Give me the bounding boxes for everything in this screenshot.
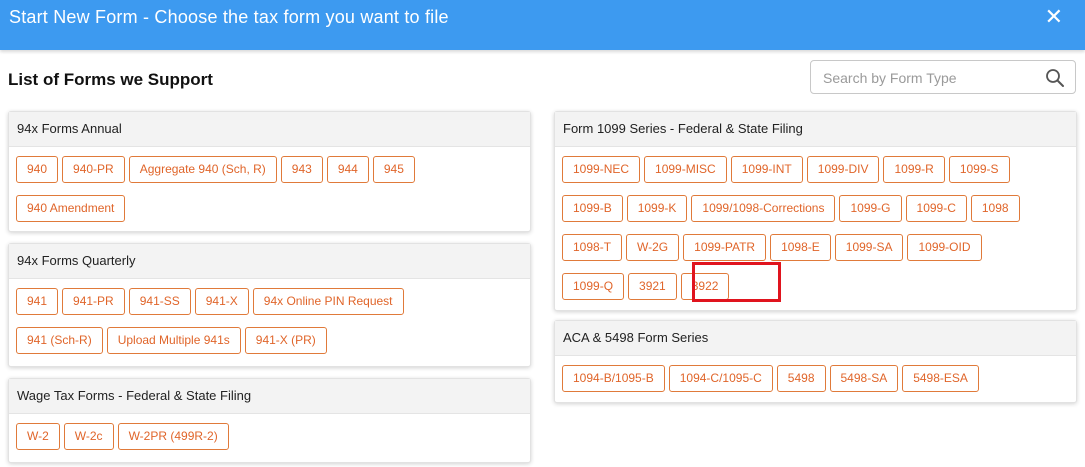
- panel-wage-tax: Wage Tax Forms - Federal & State Filing …: [8, 378, 531, 463]
- form-button-940-amendment[interactable]: 940 Amendment: [16, 195, 126, 222]
- form-button-941-sch-r[interactable]: 941 (Sch-R): [16, 327, 103, 354]
- button-row: 1099-B 1099-K 1099/1098-Corrections 1099-G 1…: [562, 195, 1076, 234]
- form-button-1099-s[interactable]: 1099-S: [948, 156, 1010, 183]
- panel-title: Wage Tax Forms - Federal & State Filing: [9, 379, 530, 414]
- form-button-1099-div[interactable]: 1099-DIV: [806, 156, 880, 183]
- form-button-1099-patr[interactable]: 1099-PATR: [683, 234, 767, 261]
- search-input[interactable]: [821, 61, 1035, 95]
- panel-1099-series: Form 1099 Series - Federal & State Filin…: [554, 111, 1077, 311]
- search-box: [810, 60, 1076, 95]
- form-button-w-2[interactable]: W-2: [16, 423, 60, 450]
- form-button-1099-g[interactable]: 1099-G: [839, 195, 902, 222]
- close-icon[interactable]: ✕: [1045, 6, 1063, 28]
- form-button-1094-b-1095-b[interactable]: 1094-B/1095-B: [562, 365, 665, 392]
- form-button-3921[interactable]: 3921: [628, 273, 677, 300]
- form-button-1094-c-1095-c[interactable]: 1094-C/1095-C: [668, 365, 773, 392]
- panel-94x-annual: 94x Forms Annual 940 940-PR Aggregate 940 …: [8, 111, 531, 232]
- form-button-5498-sa[interactable]: 5498-SA: [829, 365, 899, 392]
- form-button-940-pr[interactable]: 940-PR: [62, 156, 125, 183]
- form-button-w-2pr-499r-2[interactable]: W-2PR (499R-2): [117, 423, 229, 450]
- dialog-title: Start New Form - Choose the tax form you…: [9, 7, 449, 27]
- form-button-aggregate-940-sch-r[interactable]: Aggregate 940 (Sch, R): [128, 156, 277, 183]
- form-button-3922[interactable]: 3922: [680, 273, 730, 300]
- button-row: 940 Amendment: [16, 195, 530, 234]
- form-button-94x-online-pin-request[interactable]: 94x Online PIN Request: [252, 288, 404, 315]
- panel-body: W-2 W-2c W-2PR (499R-2): [9, 414, 530, 462]
- form-button-1099-int[interactable]: 1099-INT: [730, 156, 803, 183]
- panel-body: 1094-B/1095-B 1094-C/1095-C 5498 5498-SA 549…: [555, 356, 1076, 404]
- form-button-1098-e[interactable]: 1098-E: [770, 234, 831, 261]
- panel-title: 94x Forms Annual: [9, 112, 530, 147]
- panel-body: 1099-NEC 1099-MISC 1099-INT 1099-DIV 1099-R 1…: [555, 147, 1076, 312]
- top-bar: Start New Form - Choose the tax form you…: [0, 0, 1085, 50]
- panel-body: 940 940-PR Aggregate 940 (Sch, R) 943 944 945…: [9, 147, 530, 234]
- button-row: 941 (Sch-R) Upload Multiple 941s 941-X (PR…: [16, 327, 530, 366]
- panel-aca-5498: ACA & 5498 Form Series 1094-B/1095-B 1094…: [554, 320, 1077, 403]
- form-button-5498-esa[interactable]: 5498-ESA: [902, 365, 979, 392]
- button-row: W-2 W-2c W-2PR (499R-2): [16, 423, 530, 462]
- form-button-944[interactable]: 944: [326, 156, 369, 183]
- form-button-945[interactable]: 945: [372, 156, 415, 183]
- form-button-1099-oid[interactable]: 1099-OID: [907, 234, 982, 261]
- form-button-1099-q[interactable]: 1099-Q: [562, 273, 625, 300]
- form-button-941-ss[interactable]: 941-SS: [128, 288, 191, 315]
- form-button-w-2g[interactable]: W-2G: [626, 234, 680, 261]
- form-button-1099-b[interactable]: 1099-B: [562, 195, 623, 222]
- form-button-1099-c[interactable]: 1099-C: [905, 195, 967, 222]
- button-row: 1099-Q 3921 3922: [562, 273, 1076, 312]
- form-button-1099-nec[interactable]: 1099-NEC: [562, 156, 641, 183]
- form-button-1099-sa[interactable]: 1099-SA: [834, 234, 904, 261]
- form-button-941-pr[interactable]: 941-PR: [62, 288, 125, 315]
- panel-title: 94x Forms Quarterly: [9, 244, 530, 279]
- form-button-1099-r[interactable]: 1099-R: [883, 156, 945, 183]
- form-button-w-2c[interactable]: W-2c: [63, 423, 114, 450]
- form-button-1098[interactable]: 1098: [970, 195, 1020, 222]
- panel-94x-quarterly: 94x Forms Quarterly 941 941-PR 941-SS 941-X…: [8, 243, 531, 367]
- form-button-5498[interactable]: 5498: [776, 365, 826, 392]
- button-row: 1094-B/1095-B 1094-C/1095-C 5498 5498-SA 549…: [562, 365, 1076, 404]
- form-button-1099-misc[interactable]: 1099-MISC: [644, 156, 727, 183]
- button-row: 1099-NEC 1099-MISC 1099-INT 1099-DIV 1099-R 1…: [562, 156, 1076, 195]
- form-button-941[interactable]: 941: [16, 288, 59, 315]
- panel-title: ACA & 5498 Form Series: [555, 321, 1076, 356]
- form-button-1098-t[interactable]: 1098-T: [562, 234, 623, 261]
- button-row: 940 940-PR Aggregate 940 (Sch, R) 943 944 945: [16, 156, 530, 195]
- form-button-1099-1098-corrections[interactable]: 1099/1098-Corrections: [691, 195, 836, 222]
- list-heading: List of Forms we Support: [8, 70, 213, 89]
- form-button-940[interactable]: 940: [16, 156, 59, 183]
- panel-body: 941 941-PR 941-SS 941-X 94x Online PIN Reque…: [9, 279, 530, 366]
- panel-title: Form 1099 Series - Federal & State Filin…: [555, 112, 1076, 147]
- form-button-941-x[interactable]: 941-X: [194, 288, 249, 315]
- form-button-upload-multiple-941s[interactable]: Upload Multiple 941s: [106, 327, 241, 354]
- form-button-943[interactable]: 943: [280, 156, 323, 183]
- button-row: 941 941-PR 941-SS 941-X 94x Online PIN Reque…: [16, 288, 530, 327]
- search-icon[interactable]: [1045, 68, 1065, 88]
- form-button-941-x-pr[interactable]: 941-X (PR): [244, 327, 327, 354]
- form-button-1099-k[interactable]: 1099-K: [626, 195, 688, 222]
- button-row: 1098-T W-2G 1099-PATR 1098-E 1099-SA 1099-OID: [562, 234, 1076, 273]
